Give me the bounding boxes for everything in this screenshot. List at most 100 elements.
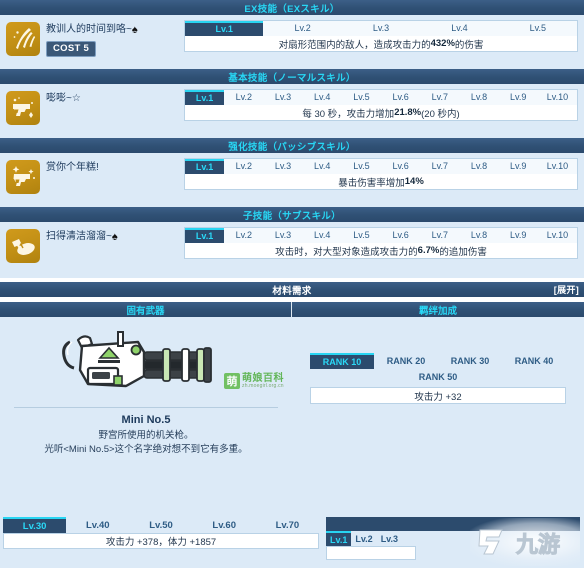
weapon-column-header: 固有武器 (0, 302, 292, 317)
rank-section: RANK 10 RANK 20 RANK 30 RANK 40 RANK 50 攻击力… (300, 323, 576, 404)
weapon-image (8, 323, 284, 405)
skill-row-ex: 教训人的时间到咯~♠ COST 5 Lv.1 Lv.2 Lv.3 Lv.4 Lv.5 对… (0, 15, 584, 69)
level-tab-ex-1[interactable]: Lv.1 (185, 21, 264, 36)
level-tab-passive-10[interactable]: Lv.10 (537, 159, 578, 174)
bond-mini-tab-1[interactable]: Lv.1 (326, 531, 352, 546)
rank-tab-1[interactable]: RANK 10 (310, 353, 374, 369)
skill-description-sub: 攻击时，对大型对象造成攻击力的 6.7% 的追加伤害 (184, 242, 578, 259)
skill-meta-normal: 嘭嘭~☆ (46, 91, 81, 106)
desc-value: 432% (430, 38, 455, 49)
weapon-level-tabs: Lv.30 Lv.40 Lv.50 Lv.60 Lv.70 (3, 517, 319, 533)
weapon-name: Mini No.5 (121, 414, 171, 426)
skill-meta-ex: 教训人的时间到咯~♠ COST 5 (46, 22, 138, 57)
skill-info-normal: 嘭嘭~☆ (6, 89, 184, 125)
weapon-column-title: 固有武器 (126, 305, 165, 317)
skill-name-sub: 扫得清洁溜溜~♠ (46, 231, 118, 243)
desc-suffix: 的追加伤害 (439, 246, 487, 258)
level-tab-normal-7[interactable]: Lv.7 (420, 90, 460, 105)
section-header-normal: 基本技能（ノーマルスキル） (0, 69, 584, 84)
level-tab-normal-2[interactable]: Lv.2 (224, 90, 264, 105)
level-tab-normal-3[interactable]: Lv.3 (263, 90, 303, 105)
suit-icon-spade: ♠ (131, 24, 138, 36)
weapon-bond-split: 固有武器 萌 萌娘百科 zh.moegirl.org.cn Mini No.5 … (0, 301, 584, 513)
section-title-passive: 强化技能（パッシブスキル） (228, 141, 356, 153)
rank-tab-3[interactable]: RANK 30 (438, 353, 502, 369)
level-tab-sub-7[interactable]: Lv.7 (420, 228, 460, 243)
level-tab-sub-10[interactable]: Lv.10 (537, 228, 578, 243)
level-tab-ex-4[interactable]: Lv.4 (420, 21, 499, 36)
level-tab-sub-2[interactable]: Lv.2 (224, 228, 264, 243)
skill-row-passive: 赏你个年糕! Lv.1 Lv.2 Lv.3 Lv.4 Lv.5 Lv.6 Lv.7 Lv.8 L… (0, 153, 584, 207)
level-tab-passive-9[interactable]: Lv.9 (498, 159, 538, 174)
desc-prefix: 攻击时，对大型对象造成攻击力的 (275, 246, 418, 258)
section-title-materials: 材料需求 (272, 285, 312, 297)
moegirl-url: zh.moegirl.org.cn (242, 382, 284, 389)
level-tab-sub-6[interactable]: Lv.6 (381, 228, 421, 243)
section-header-sub: 子技能（サブスキル） (0, 207, 584, 222)
level-tab-sub-9[interactable]: Lv.9 (498, 228, 538, 243)
weapon-level-tab-3[interactable]: Lv.50 (129, 517, 192, 533)
skill-row-sub: 扫得清洁溜溜~♠ Lv.1 Lv.2 Lv.3 Lv.4 Lv.5 Lv.6 Lv.7 Lv.… (0, 222, 584, 278)
broom-icon (6, 229, 40, 263)
rank-tab-5[interactable]: RANK 50 (413, 369, 464, 385)
bond-column-title: 羁绊加成 (418, 305, 457, 317)
level-tab-normal-8[interactable]: Lv.8 (459, 90, 499, 105)
level-tab-passive-8[interactable]: Lv.8 (459, 159, 499, 174)
section-header-passive: 强化技能（パッシブスキル） (0, 138, 584, 153)
weapon-level-section: Lv.30 Lv.40 Lv.50 Lv.60 Lv.70 攻击力 +378，体力 +1… (0, 517, 322, 568)
skill-description-normal: 每 30 秒，攻击力增加 21.8% (20 秒内) (184, 104, 578, 121)
moegirl-text: 萌娘百科 zh.moegirl.org.cn (242, 373, 284, 389)
skill-levels-passive: Lv.1 Lv.2 Lv.3 Lv.4 Lv.5 Lv.6 Lv.7 Lv.8 Lv.9 Lv.1… (184, 158, 578, 190)
desc-suffix: 的伤害 (454, 39, 484, 51)
level-tab-passive-1[interactable]: Lv.1 (185, 159, 225, 174)
level-tab-passive-6[interactable]: Lv.6 (381, 159, 421, 174)
level-tab-ex-2[interactable]: Lv.2 (263, 21, 342, 36)
level-tab-passive-2[interactable]: Lv.2 (224, 159, 264, 174)
level-tab-ex-5[interactable]: Lv.5 (498, 21, 578, 36)
level-tab-sub-8[interactable]: Lv.8 (459, 228, 499, 243)
weapon-level-tab-4[interactable]: Lv.60 (193, 517, 256, 533)
level-tab-passive-3[interactable]: Lv.3 (263, 159, 303, 174)
weapon-level-tab-1[interactable]: Lv.30 (3, 517, 67, 533)
suit-icon-spade-sub: ♠ (111, 231, 118, 243)
level-tab-passive-7[interactable]: Lv.7 (420, 159, 460, 174)
weapon-body: 萌 萌娘百科 zh.moegirl.org.cn Mini No.5 野宫所使用… (0, 317, 292, 513)
expand-toggle[interactable]: [展开] (554, 282, 579, 297)
moegirl-watermark: 萌 萌娘百科 zh.moegirl.org.cn (224, 373, 284, 389)
desc-prefix: 暴击伤害率增加 (338, 177, 405, 189)
skill-meta-sub: 扫得清洁溜溜~♠ (46, 229, 118, 244)
level-tab-passive-4[interactable]: Lv.4 (302, 159, 342, 174)
bond-column-header: 羁绊加成 (292, 302, 584, 317)
bond-mini-desc (326, 546, 416, 560)
level-tab-sub-4[interactable]: Lv.4 (302, 228, 342, 243)
level-tabs-ex: Lv.1 Lv.2 Lv.3 Lv.4 Lv.5 (184, 20, 578, 36)
weapon-level-tab-5[interactable]: Lv.70 (256, 517, 319, 533)
level-tab-normal-10[interactable]: Lv.10 (537, 90, 578, 105)
level-tab-ex-3[interactable]: Lv.3 (341, 21, 421, 36)
level-tab-normal-4[interactable]: Lv.4 (302, 90, 342, 105)
level-tab-normal-1[interactable]: Lv.1 (185, 90, 225, 105)
weapon-desc-line1: 野宫所使用的机关枪。 (98, 430, 194, 441)
level-tab-normal-5[interactable]: Lv.5 (341, 90, 382, 105)
skill-name-normal: 嘭嘭~☆ (46, 93, 81, 104)
skill-levels-ex: Lv.1 Lv.2 Lv.3 Lv.4 Lv.5 对扇形范围内的敌人，造成攻击力的 43… (184, 20, 578, 52)
desc-prefix: 每 30 秒，攻击力增加 (302, 108, 395, 120)
weapon-stats: 攻击力 +378，体力 +1857 (3, 533, 319, 549)
level-tab-sub-5[interactable]: Lv.5 (341, 228, 382, 243)
level-tab-sub-1[interactable]: Lv.1 (185, 228, 225, 243)
rank-tab-4[interactable]: RANK 40 (502, 353, 566, 369)
bond-mini-tabs: Lv.1 Lv.2 Lv.3 (326, 531, 584, 546)
level-tab-normal-9[interactable]: Lv.9 (498, 90, 538, 105)
section-title-normal: 基本技能（ノーマルスキル） (228, 72, 356, 84)
rank-tab-2[interactable]: RANK 20 (374, 353, 438, 369)
level-tab-normal-6[interactable]: Lv.6 (381, 90, 421, 105)
level-tab-sub-3[interactable]: Lv.3 (263, 228, 303, 243)
bond-mini-tab-3[interactable]: Lv.3 (377, 531, 402, 546)
skill-name-ex: 教训人的时间到咯~♠ (46, 24, 138, 36)
level-tab-passive-5[interactable]: Lv.5 (341, 159, 382, 174)
bond-mini-tab-2[interactable]: Lv.2 (351, 531, 376, 546)
section-title-sub: 子技能（サブスキル） (242, 210, 341, 222)
weapon-level-tab-2[interactable]: Lv.40 (66, 517, 129, 533)
desc-value: 14% (404, 176, 424, 187)
level-tabs-sub: Lv.1 Lv.2 Lv.3 Lv.4 Lv.5 Lv.6 Lv.7 Lv.8 Lv.9 Lv.1… (184, 227, 578, 243)
